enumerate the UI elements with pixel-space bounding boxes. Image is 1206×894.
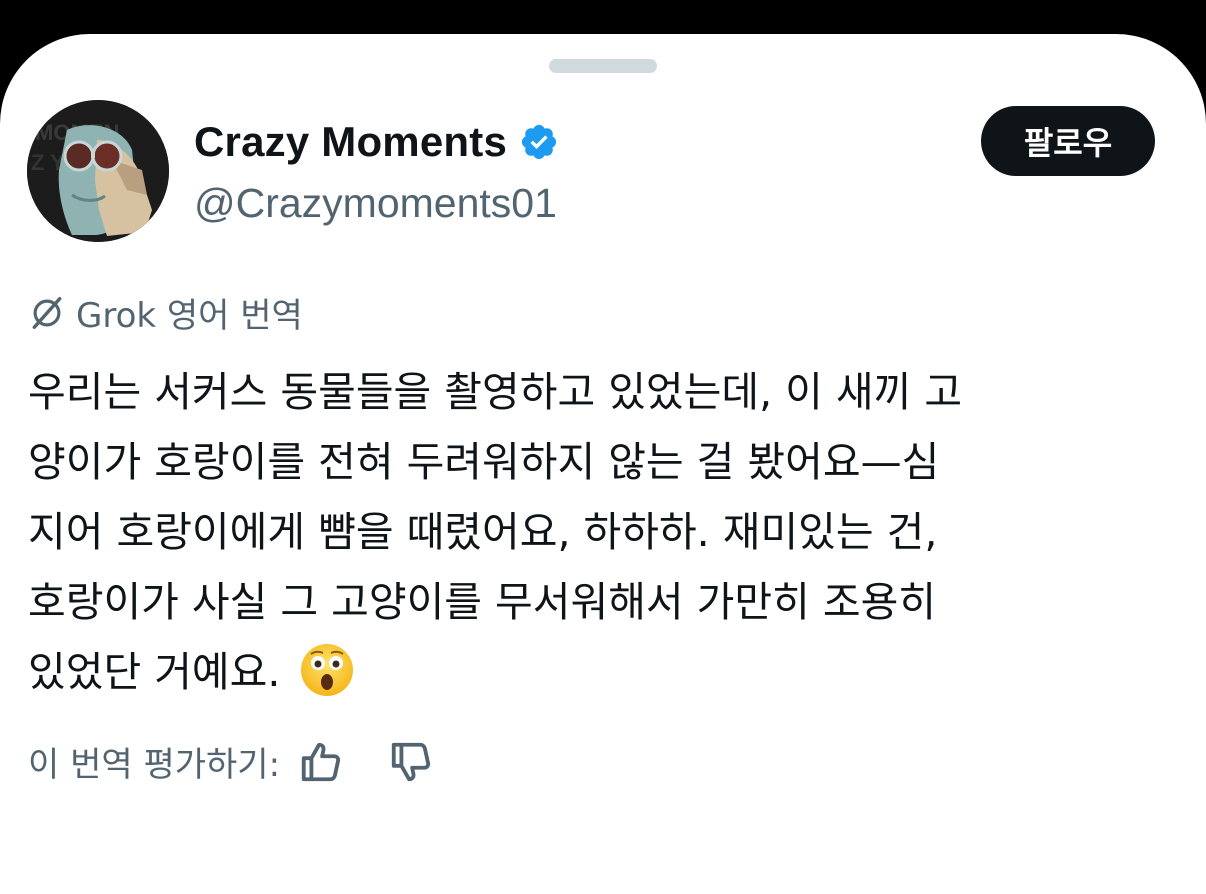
translation-label: Grok 영어 번역: [76, 296, 303, 336]
tweet-text: 우리는 서커스 동물들을 촬영하고 있었는데, 이 새끼 고 양이가 호랑이를 …: [28, 357, 1178, 707]
astonished-face-icon: [301, 644, 354, 696]
rate-translation-row: 이 번역 평가하기:: [28, 737, 434, 786]
grok-icon: [32, 296, 62, 329]
follow-button[interactable]: 팔로우: [981, 106, 1155, 176]
profile-handle[interactable]: @Crazymoments01: [194, 180, 557, 227]
avatar[interactable]: MOMEN Z Y: [27, 100, 169, 242]
thumbs-down-icon[interactable]: [388, 739, 434, 785]
astonished-face-emoji: [299, 642, 355, 698]
thumbs-up-icon[interactable]: [298, 739, 344, 785]
translation-label-row: Grok 영어 번역: [28, 288, 303, 337]
verified-badge-icon: [521, 124, 557, 160]
sheet-grabber-handle[interactable]: [549, 59, 657, 73]
profile-name[interactable]: Crazy Moments: [194, 118, 507, 166]
rate-translation-label: 이 번역 평가하기:: [28, 745, 281, 785]
tweet-body: 우리는 서커스 동물들을 촬영하고 있었는데, 이 새끼 고 양이가 호랑이를 …: [28, 368, 963, 696]
profile-name-row[interactable]: Crazy Moments: [194, 118, 559, 166]
avatar-image-icon: MOMEN Z Y: [27, 100, 169, 242]
